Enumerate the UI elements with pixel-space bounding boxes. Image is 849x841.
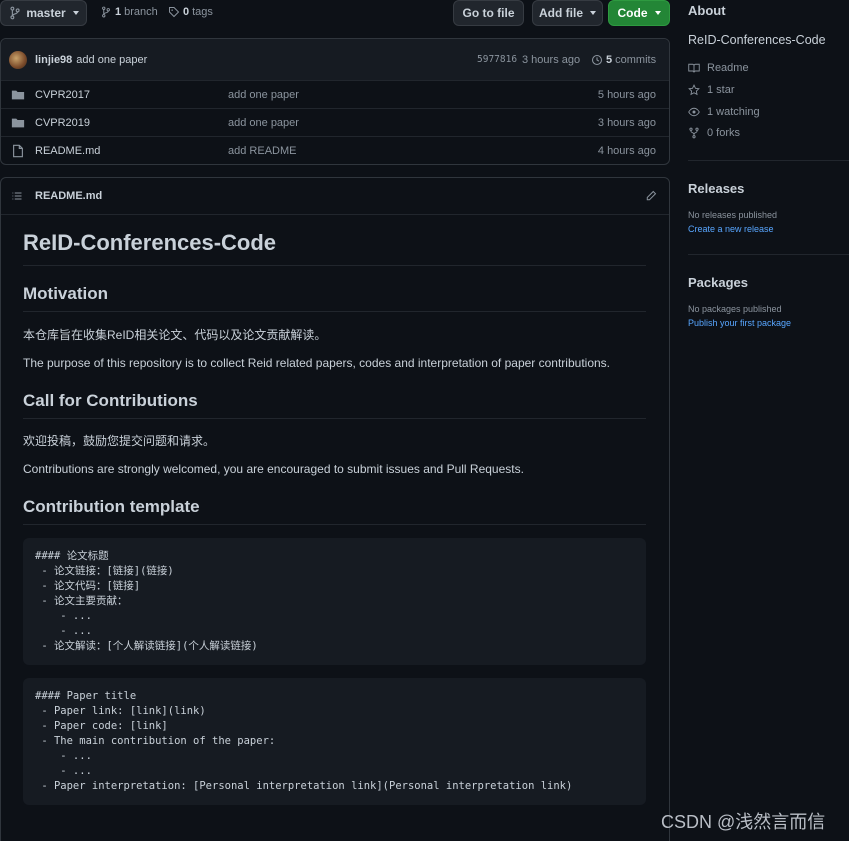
no-packages-text: No packages published: [688, 304, 782, 314]
file-name[interactable]: CVPR2019: [35, 117, 90, 129]
tag-count: 0: [183, 6, 190, 18]
divider: [688, 160, 849, 161]
forks-link[interactable]: 0 forks: [688, 127, 740, 139]
divider: [688, 254, 849, 255]
watching-label: 1 watching: [707, 106, 760, 118]
motivation-text-zh: 本仓库旨在收集ReID相关论文、代码以及论文贡献解读。: [23, 328, 327, 342]
divider: [23, 311, 646, 312]
star-icon: [688, 84, 700, 96]
go-to-file-button[interactable]: Go to file: [453, 0, 524, 26]
folder-icon: [11, 90, 25, 99]
fork-icon: [689, 127, 699, 139]
code-block-en: #### Paper title - Paper link: [link](li…: [23, 678, 646, 805]
heading-contribution-template: Contribution template: [23, 497, 200, 516]
divider: [23, 265, 646, 266]
latest-commit-bar: linjie98 add one paper 5977816 3 hours a…: [1, 39, 669, 80]
stars-label: 1 star: [707, 84, 735, 96]
readme-header: README.md: [1, 178, 669, 215]
list-icon[interactable]: [11, 190, 23, 202]
readme-link-label: Readme: [707, 62, 749, 74]
file-commit-message[interactable]: add one paper: [228, 89, 299, 101]
no-releases-text: No releases published: [688, 210, 778, 220]
watching-link[interactable]: 1 watching: [688, 106, 760, 118]
branch-label: branch: [124, 6, 158, 18]
code-en: #### Paper title - Paper link: [link](li…: [35, 690, 573, 792]
readme-title: ReID-Conferences-Code: [23, 230, 277, 255]
about-heading: About: [688, 3, 726, 18]
file-icon: [13, 144, 23, 157]
commits-link[interactable]: 5 commits: [591, 54, 656, 66]
publish-package-link[interactable]: Publish your first package: [688, 318, 791, 328]
forks-label: 0 forks: [707, 127, 741, 139]
packages-heading[interactable]: Packages: [688, 275, 748, 290]
code-label: Code: [617, 6, 648, 20]
readme-filename[interactable]: README.md: [35, 190, 102, 202]
git-branch-icon: [10, 6, 20, 20]
branch-name: master: [26, 6, 66, 20]
file-row[interactable]: CVPR2017 add one paper 5 hours ago: [1, 80, 669, 108]
commit-message[interactable]: add one paper: [76, 54, 147, 66]
chevron-down-icon: [72, 11, 79, 15]
code-zh: #### 论文标题 - 论文链接：[链接](链接) - 论文代码：[链接] - …: [35, 550, 258, 652]
tag-label: tags: [192, 6, 213, 18]
tag-icon: [169, 7, 180, 18]
file-name[interactable]: CVPR2017: [35, 89, 90, 101]
call-text-zh: 欢迎投稿，鼓励您提交问题和请求。: [23, 434, 216, 448]
file-row[interactable]: CVPR2019 add one paper 3 hours ago: [1, 108, 669, 136]
watermark: CSDN @浅然言而信: [661, 812, 826, 832]
file-commit-message[interactable]: add one paper: [228, 117, 299, 129]
folder-icon: [11, 118, 25, 127]
chevron-down-icon: [654, 11, 661, 15]
repo-description: ReID-Conferences-Code: [688, 33, 826, 47]
chevron-down-icon: [590, 11, 596, 15]
add-file-label: Add file: [539, 6, 583, 20]
stars-link[interactable]: 1 star: [688, 84, 735, 96]
divider: [23, 524, 646, 525]
code-block-zh: #### 论文标题 - 论文链接：[链接](链接) - 论文代码：[链接] - …: [23, 538, 646, 665]
commit-count: 5: [606, 53, 613, 66]
git-branch-icon: [102, 6, 110, 18]
file-commit-time: 4 hours ago: [597, 144, 656, 157]
releases-heading[interactable]: Releases: [688, 181, 744, 196]
call-text-en: Contributions are strongly welcomed, you…: [23, 462, 524, 476]
divider: [23, 418, 646, 419]
branch-count: 1: [115, 6, 122, 18]
add-file-button[interactable]: Add file: [532, 0, 603, 26]
file-commit-time: 5 hours ago: [597, 88, 656, 101]
file-row[interactable]: README.md add README 4 hours ago: [1, 136, 669, 164]
motivation-text-en: The purpose of this repository is to col…: [23, 356, 610, 370]
create-release-link[interactable]: Create a new release: [688, 224, 774, 234]
branches-link[interactable]: 1 branch: [100, 6, 158, 18]
heading-call-for-contributions: Call for Contributions: [23, 391, 198, 410]
commit-author[interactable]: linjie98: [35, 54, 72, 66]
commit-time: 3 hours ago: [522, 53, 581, 66]
file-browser: linjie98 add one paper 5977816 3 hours a…: [0, 38, 670, 165]
commit-count-label: commits: [615, 53, 657, 66]
code-button[interactable]: Code: [608, 0, 670, 26]
book-icon: [688, 63, 700, 73]
readme-link[interactable]: Readme: [688, 62, 749, 74]
commit-hash[interactable]: 5977816: [477, 54, 517, 65]
pencil-icon[interactable]: [645, 190, 657, 202]
readme-panel: README.md ReID-Conferences-Code Motivati…: [0, 177, 670, 841]
file-commit-message[interactable]: add README: [228, 145, 296, 157]
tags-link[interactable]: 0 tags: [168, 6, 213, 18]
file-commit-time: 3 hours ago: [597, 116, 656, 129]
file-name[interactable]: README.md: [35, 145, 100, 157]
history-icon: [591, 54, 603, 65]
avatar[interactable]: [9, 50, 27, 69]
branch-select-button[interactable]: master: [0, 0, 87, 26]
eye-icon: [688, 107, 700, 117]
heading-motivation: Motivation: [23, 284, 108, 303]
